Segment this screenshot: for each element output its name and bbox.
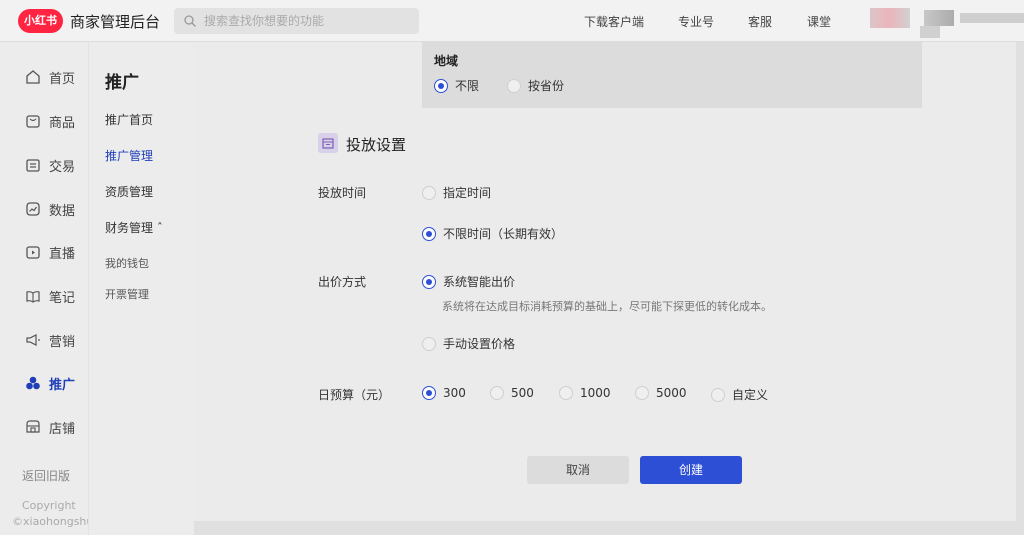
calendar-icon: [318, 133, 338, 153]
classroom-link[interactable]: 课堂: [807, 13, 831, 30]
radio-dot[interactable]: [422, 185, 436, 200]
region-option-by-province[interactable]: 按省份: [507, 77, 564, 94]
budget-option-300[interactable]: 300: [422, 386, 466, 400]
radio-label: 300: [443, 386, 466, 400]
nav-item-promotion[interactable]: 推广: [25, 373, 75, 393]
region-title: 地域: [434, 54, 459, 68]
subnav-item-wallet[interactable]: 我的钱包: [105, 255, 149, 271]
nav-item-product[interactable]: 商品: [25, 111, 75, 131]
radio-label: 5000: [656, 386, 687, 400]
top-bar: 小红书 商家管理后台 下载客户端 专业号 客服 课堂: [0, 0, 1024, 42]
pro-account-link[interactable]: 专业号: [678, 13, 714, 30]
search-icon: [184, 15, 196, 27]
main-content: 地域 不限 按省份 投放设置 投放时间 指定时间 不限时间（长期有效） 出价方式…: [194, 42, 1016, 521]
data-icon: [26, 202, 40, 216]
radio-label: 500: [511, 386, 534, 400]
nav-label: 店铺: [49, 421, 76, 437]
radio-label: 指定时间: [443, 186, 492, 200]
subnav-item-qualification[interactable]: 资质管理: [105, 183, 153, 200]
radio-label: 系统智能出价: [443, 275, 516, 289]
radio-dot[interactable]: [711, 387, 725, 402]
radio-label: 按省份: [528, 79, 565, 93]
nav-label: 商品: [49, 115, 76, 131]
daily-budget-label: 日预算（元）: [318, 388, 391, 402]
create-button[interactable]: 创建: [640, 456, 742, 484]
bid-method-label: 出价方式: [318, 275, 367, 289]
nav-item-marketing[interactable]: 营销: [25, 330, 75, 350]
nav-item-home[interactable]: 首页: [25, 67, 75, 87]
nav-item-notes[interactable]: 笔记: [25, 286, 75, 306]
nav-label: 首页: [49, 71, 76, 87]
nav-item-data[interactable]: 数据: [25, 199, 75, 219]
home-icon: [26, 70, 40, 84]
back-to-old-version-link[interactable]: 返回旧版: [22, 467, 70, 484]
marketing-icon: [26, 334, 40, 346]
radio-dot[interactable]: [490, 386, 504, 400]
nav-label: 笔记: [49, 290, 76, 306]
subnav-title: 推广: [105, 73, 139, 93]
nav-label: 直播: [49, 246, 76, 262]
store-icon: [26, 420, 40, 433]
section-title: 投放设置: [346, 136, 407, 154]
search-input[interactable]: [204, 12, 409, 30]
subnav-item-invoice[interactable]: 开票管理: [105, 286, 149, 302]
customer-service-link[interactable]: 客服: [748, 13, 772, 30]
delivery-time-label: 投放时间: [318, 186, 367, 200]
copyright-text: Copyright: [22, 499, 76, 512]
left-nav: 首页 商品 交易 数据 直播 笔记 营销 推广 店铺 返回旧版 Copyrigh…: [0, 42, 93, 535]
radio-dot[interactable]: [422, 336, 436, 351]
budget-option-5000[interactable]: 5000: [635, 386, 687, 400]
subnav-item-promotion-home[interactable]: 推广首页: [105, 111, 153, 128]
blurred-account[interactable]: [924, 10, 954, 26]
radio-dot[interactable]: [422, 226, 436, 241]
radio-label: 不限: [455, 79, 480, 93]
cancel-button[interactable]: 取消: [527, 456, 629, 484]
app-title: 商家管理后台: [70, 13, 161, 31]
region-option-unlimited[interactable]: 不限: [434, 77, 479, 94]
download-client-link[interactable]: 下载客户端: [584, 13, 644, 30]
time-option-unlimited[interactable]: 不限时间（长期有效）: [422, 225, 563, 242]
radio-label: 手动设置价格: [443, 337, 516, 351]
product-icon: [26, 115, 40, 128]
live-icon: [26, 246, 40, 259]
budget-option-500[interactable]: 500: [490, 386, 534, 400]
nav-item-live[interactable]: 直播: [25, 242, 75, 262]
radio-dot[interactable]: [507, 78, 521, 93]
blurred-account-name: [960, 13, 1024, 23]
bid-option-smart[interactable]: 系统智能出价: [422, 273, 515, 290]
notes-icon: [26, 291, 40, 303]
region-panel: 地域 不限 按省份: [422, 42, 922, 108]
right-edge: [1016, 42, 1024, 535]
nav-item-trade[interactable]: 交易: [25, 155, 75, 175]
nav-label: 交易: [49, 159, 76, 175]
nav-item-store[interactable]: 店铺: [25, 417, 75, 437]
nav-label: 营销: [49, 334, 76, 350]
copyright-owner: ©xiaohongshu: [12, 515, 94, 528]
blurred-detail: [920, 26, 940, 38]
bottom-edge: [194, 521, 1016, 535]
sub-nav: 推广 推广首页 推广管理 资质管理 财务管理 ˆ 我的钱包 开票管理: [88, 42, 194, 535]
bid-option-manual[interactable]: 手动设置价格: [422, 335, 515, 352]
nav-label: 数据: [49, 203, 76, 219]
bid-hint-text: 系统将在达成目标消耗预算的基础上，尽可能下探更低的转化成本。: [442, 300, 772, 313]
subnav-item-finance[interactable]: 财务管理 ˆ: [105, 219, 163, 236]
subnav-item-promotion-manage[interactable]: 推广管理: [105, 147, 153, 164]
trade-icon: [26, 159, 40, 172]
radio-dot[interactable]: [434, 78, 448, 93]
nav-label: 推广: [49, 377, 76, 393]
radio-label: 不限时间（长期有效）: [443, 227, 564, 241]
radio-dot[interactable]: [422, 386, 436, 400]
radio-label: 1000: [580, 386, 611, 400]
radio-dot[interactable]: [559, 386, 573, 400]
blurred-avatar[interactable]: [870, 8, 910, 28]
time-option-specific[interactable]: 指定时间: [422, 184, 491, 201]
budget-option-custom[interactable]: 自定义: [711, 386, 768, 403]
search-box[interactable]: [174, 8, 419, 34]
radio-label: 自定义: [732, 388, 769, 402]
radio-dot[interactable]: [635, 386, 649, 400]
radio-dot[interactable]: [422, 274, 436, 289]
brand-logo[interactable]: 小红书: [18, 9, 63, 33]
budget-option-1000[interactable]: 1000: [559, 386, 611, 400]
promotion-icon: [26, 376, 40, 390]
